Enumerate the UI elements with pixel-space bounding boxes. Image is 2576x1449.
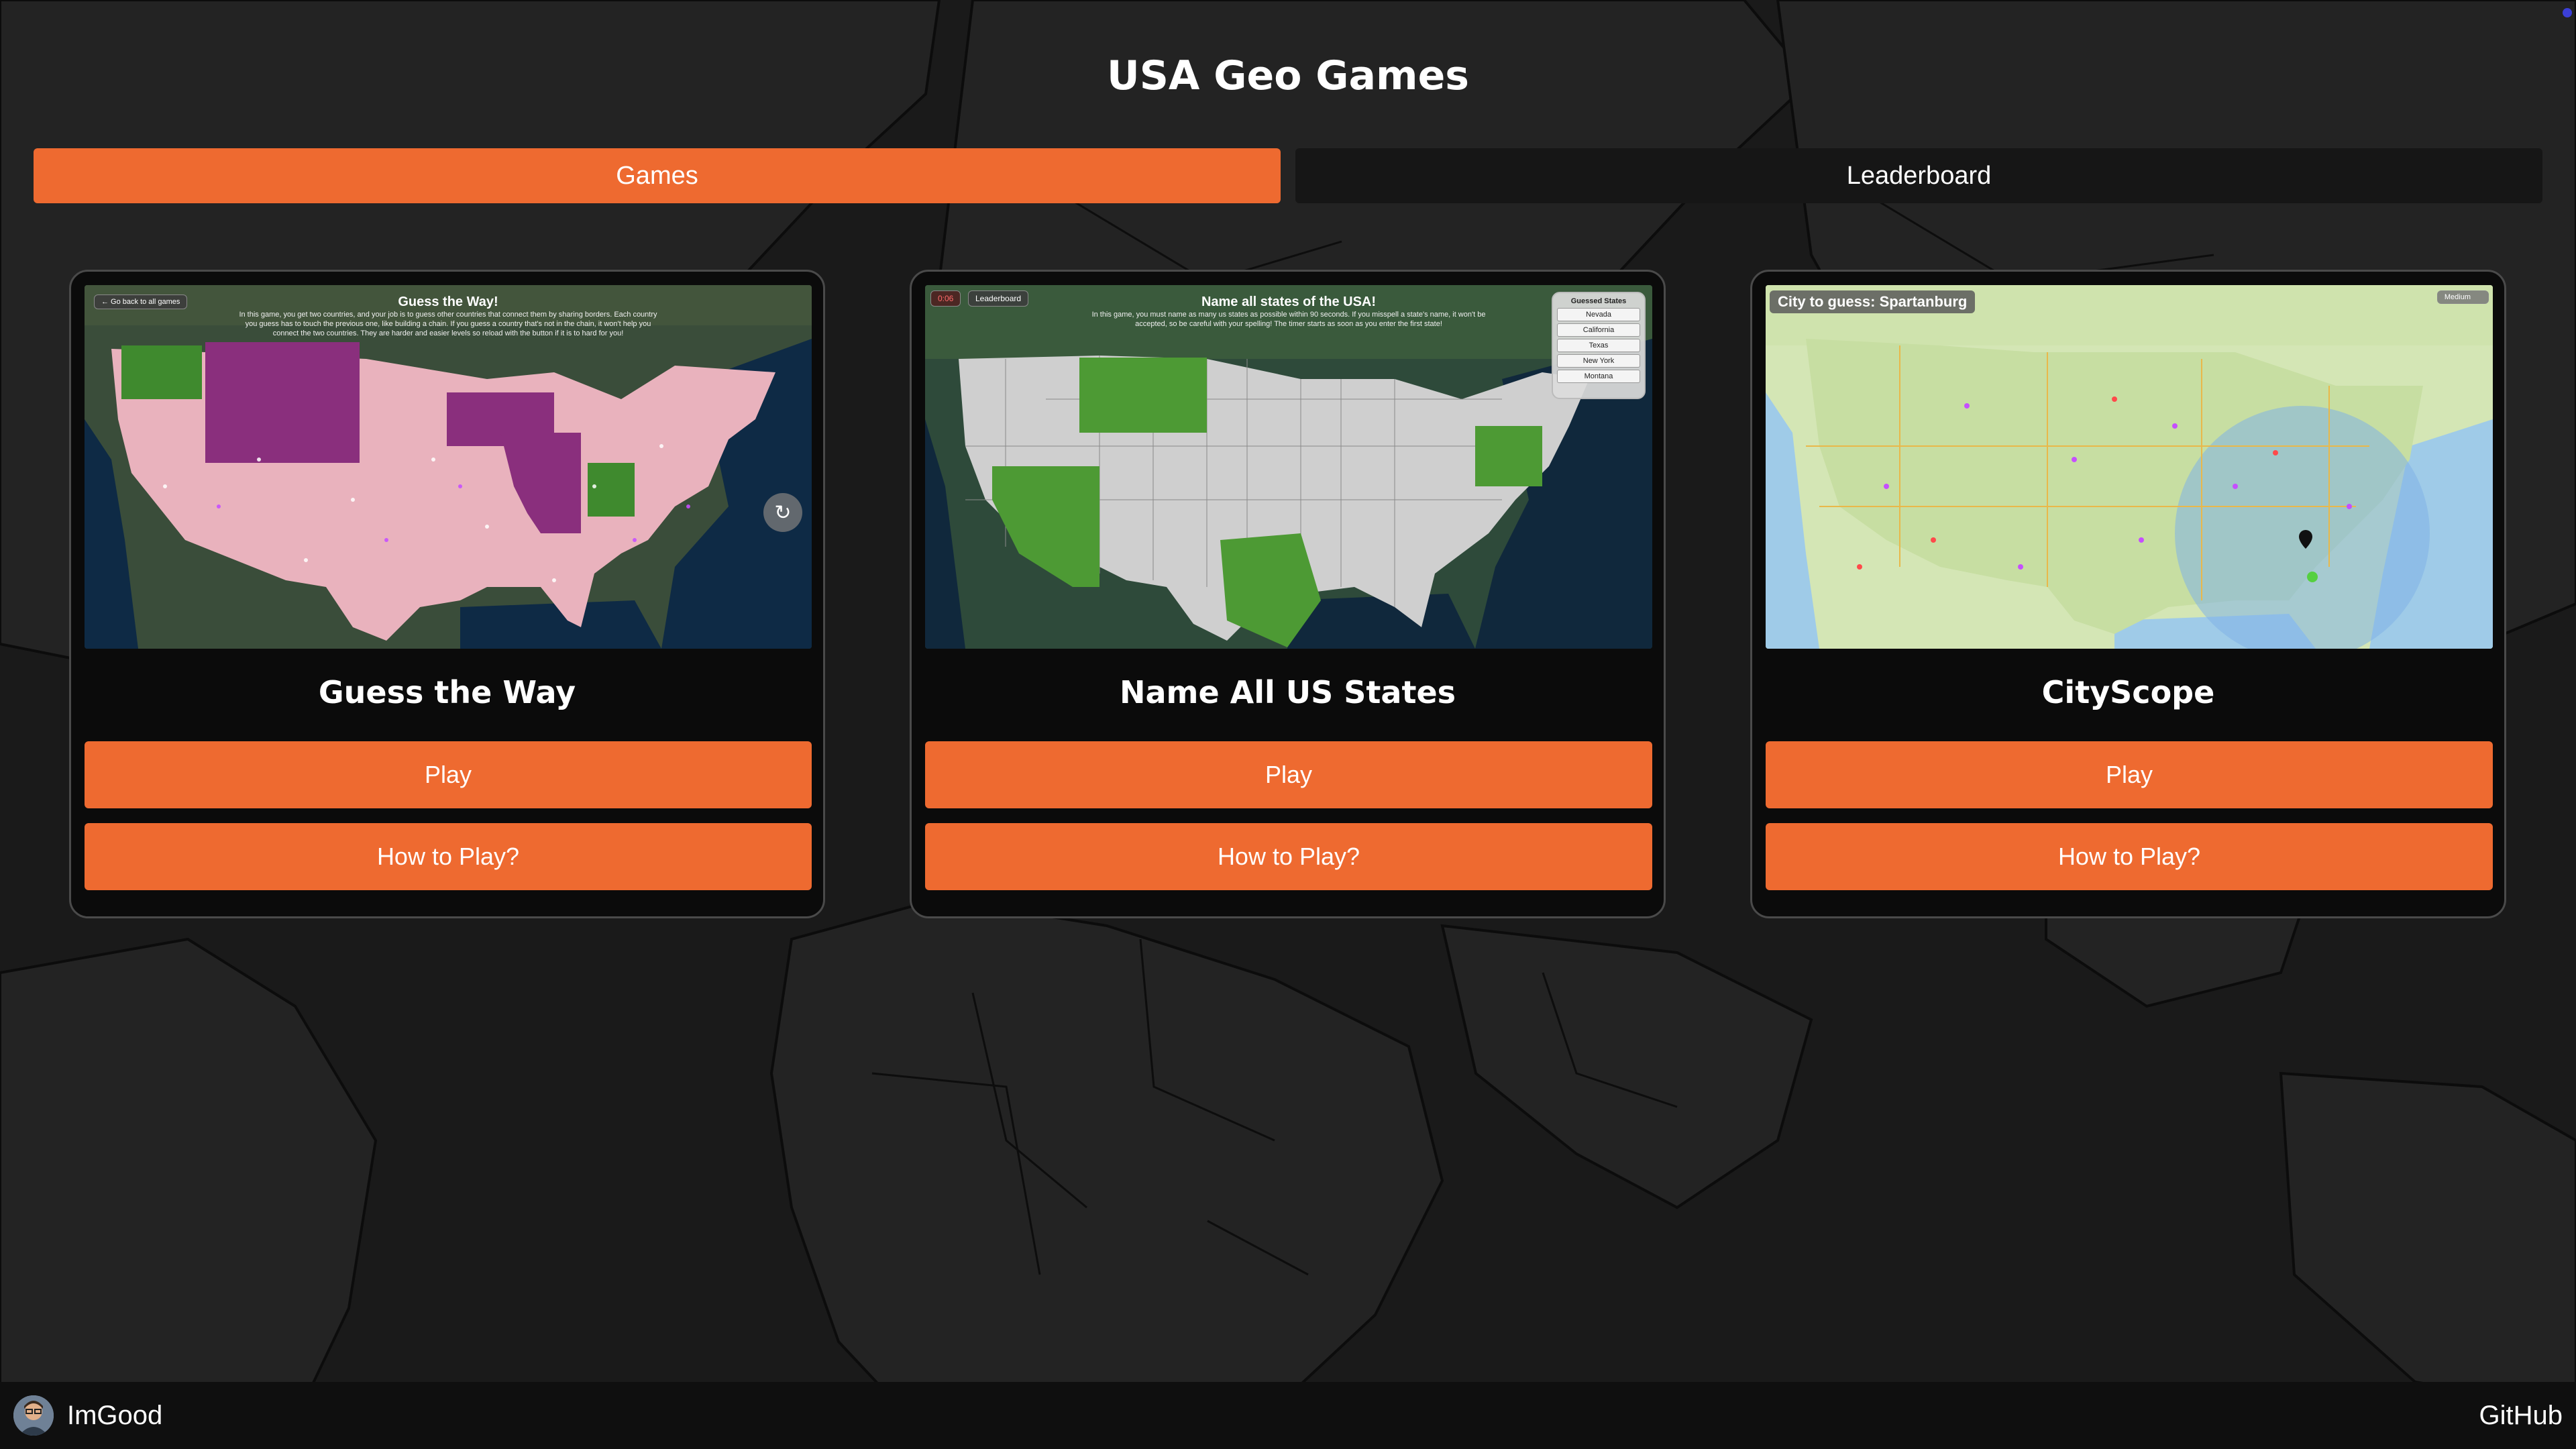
tab-games[interactable]: Games	[34, 148, 1281, 203]
how-to-play-button[interactable]: How to Play?	[925, 823, 1652, 890]
status-dot	[2563, 8, 2572, 17]
preview-overlay: Name all states of the USA! In this game…	[1079, 294, 1498, 329]
game-preview-name-all-us-states[interactable]: 0:06 Leaderboard Name all states of the …	[925, 285, 1652, 649]
app-root: USA Geo Games Games Leaderboard ← Go bac…	[0, 0, 2576, 1449]
preview-heading: Guess the Way!	[398, 294, 498, 309]
game-title: Name All US States	[1119, 674, 1456, 710]
tab-leaderboard[interactable]: Leaderboard	[1295, 148, 2542, 203]
usa-map-image	[925, 285, 1652, 649]
github-link[interactable]: GitHub	[2479, 1401, 2563, 1431]
footer: ImGood GitHub	[0, 1382, 2576, 1449]
username[interactable]: ImGood	[67, 1401, 162, 1431]
guessed-states-panel: Guessed States Nevada California Texas N…	[1552, 292, 1646, 399]
how-to-play-button[interactable]: How to Play?	[85, 823, 812, 890]
game-card-cityscope: City to guess: Spartanburg Medium CitySc…	[1750, 270, 2506, 918]
game-preview-cityscope[interactable]: City to guess: Spartanburg Medium	[1766, 285, 2493, 649]
guessed-state-item: New York	[1557, 354, 1640, 368]
preview-description: In this game, you must name as many us s…	[1091, 311, 1486, 328]
how-to-play-button[interactable]: How to Play?	[1766, 823, 2493, 890]
city-to-guess-label: City to guess: Spartanburg	[1770, 290, 1976, 313]
guessed-state-item: Nevada	[1557, 308, 1640, 321]
play-button[interactable]: Play	[85, 741, 812, 808]
guessed-state-item: Texas	[1557, 339, 1640, 352]
game-card-name-all-us-states: 0:06 Leaderboard Name all states of the …	[910, 270, 1666, 918]
usa-road-map-image	[1766, 285, 2493, 649]
timer: 0:06	[930, 290, 961, 307]
tab-bar: Games Leaderboard	[34, 148, 2542, 203]
guessed-state-item: California	[1557, 323, 1640, 337]
game-preview-guess-the-way[interactable]: ← Go back to all games Guess the Way! In…	[85, 285, 812, 649]
game-title: CityScope	[2041, 674, 2215, 710]
game-card-guess-the-way: ← Go back to all games Guess the Way! In…	[69, 270, 825, 918]
play-button[interactable]: Play	[1766, 741, 2493, 808]
refresh-icon: ↻	[763, 493, 802, 532]
page-title: USA Geo Games	[1107, 52, 1469, 99]
usa-map-image	[85, 285, 812, 649]
guessed-states-header: Guessed States	[1570, 297, 1627, 305]
preview-description: In this game, you get two countries, and…	[239, 311, 657, 337]
leaderboard-button: Leaderboard	[968, 290, 1029, 307]
back-to-games-button: ← Go back to all games	[94, 294, 188, 309]
preview-overlay: Guess the Way! In this game, you get two…	[239, 294, 657, 338]
game-title: Guess the Way	[318, 674, 576, 710]
play-button[interactable]: Play	[925, 741, 1652, 808]
difficulty-select: Medium	[2436, 290, 2489, 304]
game-cards: ← Go back to all games Guess the Way! In…	[69, 270, 2507, 918]
preview-heading: Name all states of the USA!	[1201, 294, 1377, 309]
user-avatar[interactable]	[13, 1395, 54, 1436]
guessed-state-item: Montana	[1557, 370, 1640, 383]
